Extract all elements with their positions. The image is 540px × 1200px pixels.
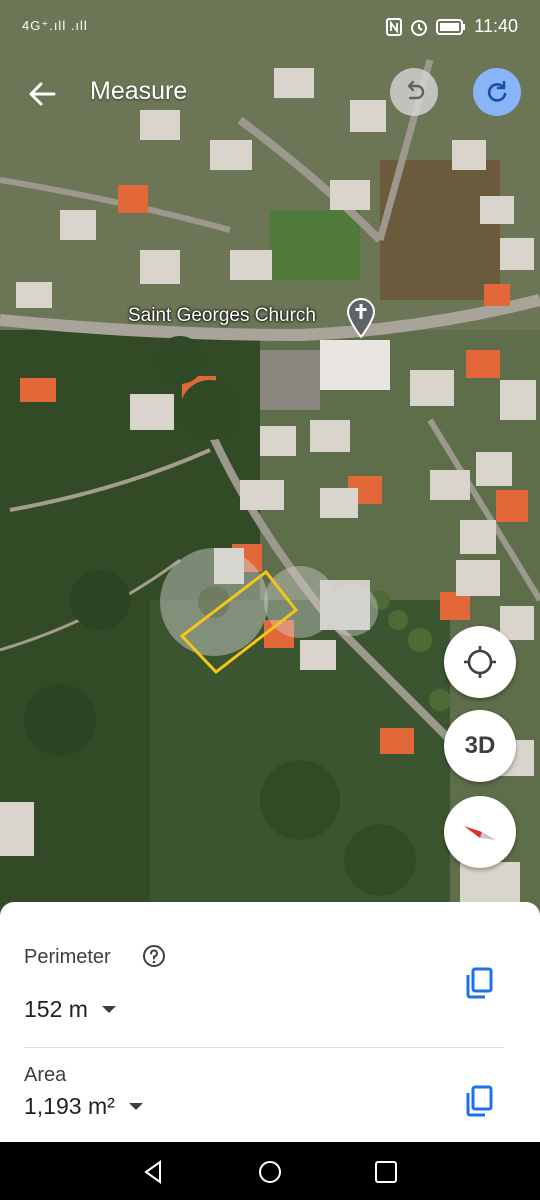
battery-icon — [436, 18, 466, 35]
3d-label: 3D — [464, 732, 496, 759]
crosshair-icon — [464, 646, 496, 678]
copy-perimeter-icon[interactable] — [462, 966, 496, 1000]
my-location-button[interactable] — [444, 626, 516, 698]
back-nav-icon[interactable] — [140, 1158, 168, 1186]
satellite-map[interactable]: Saint Georges Church — [0, 0, 540, 940]
copy-area-icon[interactable] — [462, 1084, 496, 1118]
3d-toggle-button[interactable]: 3D — [444, 710, 516, 782]
redo-button[interactable] — [473, 68, 521, 116]
redo-icon — [487, 80, 507, 102]
poi-label[interactable]: Saint Georges Church — [128, 305, 316, 327]
network-indicator: 4G⁺.ıll .ıll — [22, 18, 88, 33]
undo-icon — [407, 80, 425, 100]
area-dropdown[interactable]: 1,193 m² — [24, 1093, 143, 1120]
satellite-imagery — [0, 0, 540, 940]
divider — [24, 1047, 504, 1048]
nfc-icon — [386, 17, 403, 36]
dropdown-caret-icon — [128, 1103, 143, 1110]
area-value: 1,193 m² — [24, 1093, 115, 1119]
compass-button[interactable] — [444, 796, 516, 868]
perimeter-value: 152 m — [24, 996, 88, 1022]
dropdown-caret-icon — [101, 1006, 116, 1013]
measurement-panel: Perimeter 152 m Area 1,193 m² — [0, 902, 540, 1142]
church-pin-icon[interactable] — [346, 298, 376, 338]
top-app-bar: Measure — [0, 60, 540, 124]
area-label: Area — [24, 1064, 67, 1086]
page-title: Measure — [90, 77, 188, 105]
recents-nav-icon[interactable] — [372, 1158, 400, 1186]
home-nav-icon[interactable] — [256, 1158, 284, 1186]
clock: 11:40 — [474, 16, 518, 36]
back-arrow-icon[interactable] — [24, 76, 60, 112]
alarm-icon — [411, 19, 428, 36]
perimeter-label: Perimeter — [24, 946, 111, 968]
compass-icon — [464, 826, 496, 840]
status-bar: 4G⁺.ıll .ıll 11:40 — [0, 0, 540, 56]
system-navigation-bar — [0, 1142, 540, 1200]
help-icon[interactable] — [142, 944, 166, 968]
perimeter-dropdown[interactable]: 152 m — [24, 996, 116, 1023]
undo-button[interactable] — [390, 68, 438, 116]
